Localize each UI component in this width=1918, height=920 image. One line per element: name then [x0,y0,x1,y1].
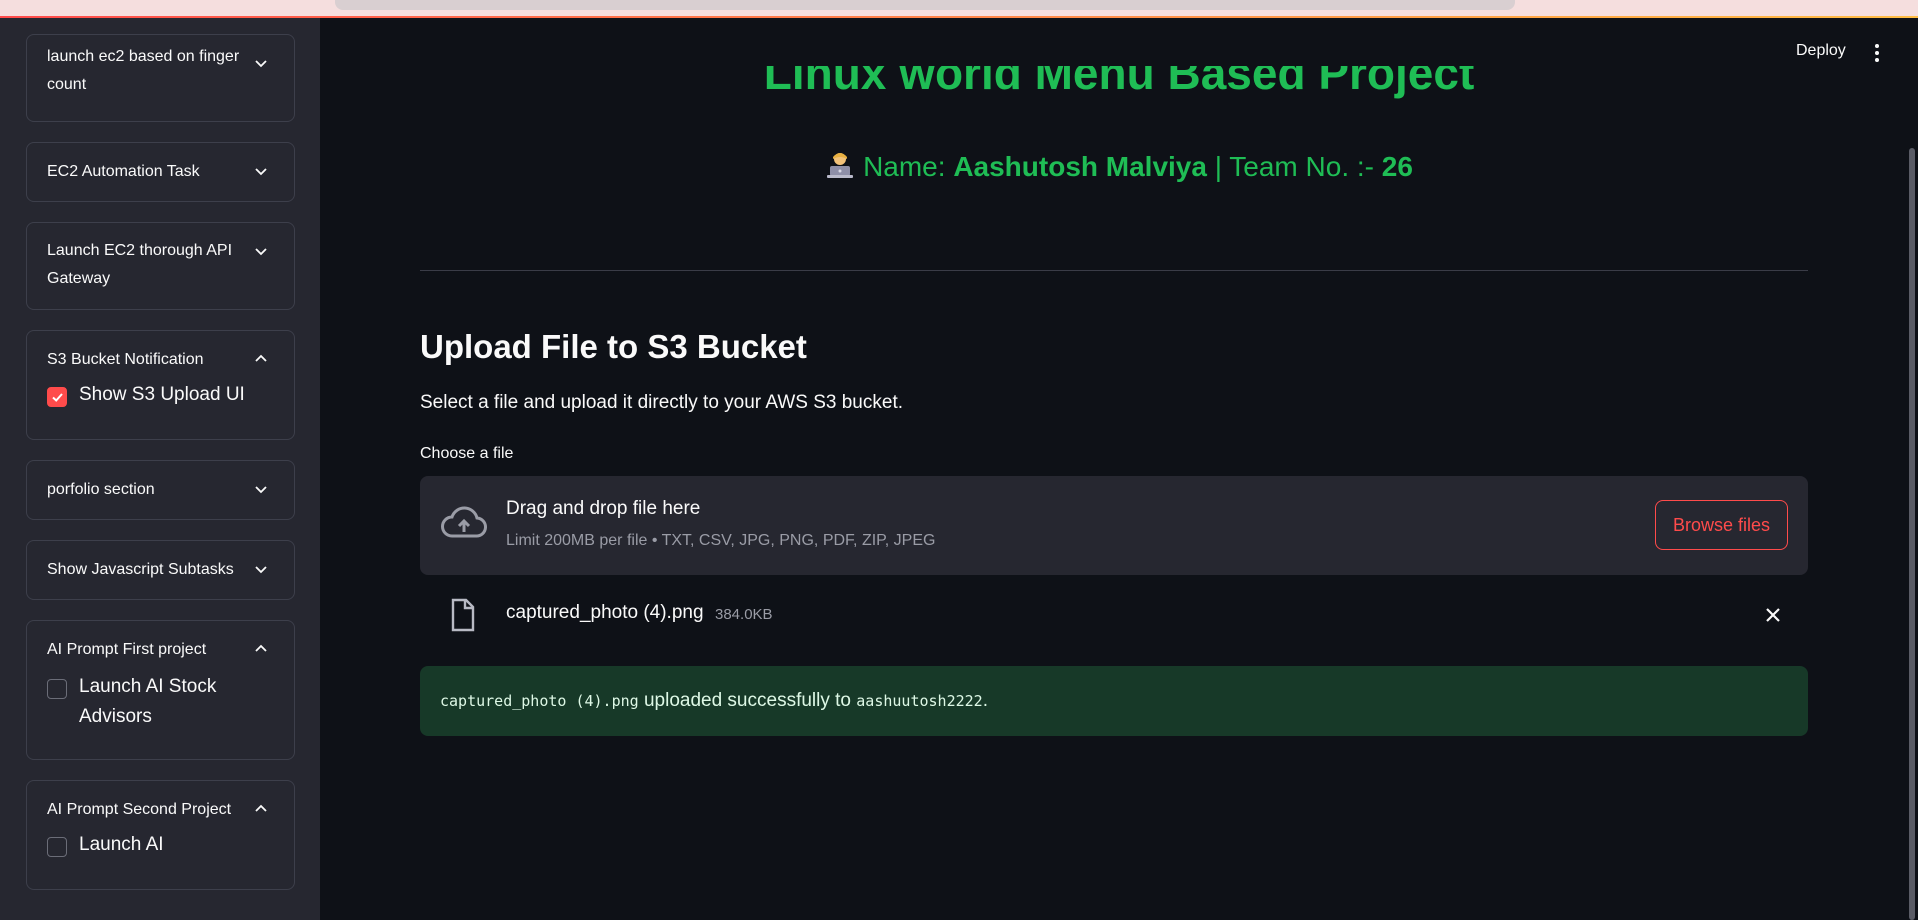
file-uploader-label: Choose a file [420,445,514,462]
sidebar: launch ec2 based on finger count EC2 Aut… [0,18,320,920]
file-size: 384.0KB [715,606,773,623]
page-title-container: Linux world Menu Based Project [320,66,1918,106]
chevron-down-icon[interactable] [254,482,268,496]
more-menu-icon[interactable] [1874,44,1880,62]
chevron-up-icon[interactable] [254,352,268,366]
checkbox-launch-ai-stock[interactable]: Launch AI Stock Advisors [27,672,227,732]
chevron-down-icon[interactable] [254,244,268,258]
expander-ai-prompt-second[interactable]: AI Prompt Second Project Launch AI [26,780,295,890]
checkbox-show-s3-upload[interactable]: Show S3 Upload UI [27,380,294,410]
subtitle-prefix: Name: [863,151,954,182]
success-alert: captured_photo (4).png uploaded successf… [420,666,1808,736]
divider [420,270,1808,271]
uploaded-file-row: captured_photo (4).png 384.0KB [420,598,1808,658]
close-icon[interactable] [1764,606,1782,624]
success-message: uploaded successfully to [638,690,857,711]
dropzone-limit: Limit 200MB per file • TXT, CSV, JPG, PN… [506,532,936,549]
checkbox-unchecked-icon[interactable] [47,679,67,699]
checkbox-checked-icon[interactable] [47,387,67,407]
checkbox-label: Launch AI [79,834,164,855]
main-content: Deploy Linux world Menu Based Project Na… [320,18,1918,920]
chevron-down-icon[interactable] [254,56,268,70]
browser-top-strip [0,0,1918,18]
section-description: Select a file and upload it directly to … [420,392,903,413]
expander-portfolio[interactable]: porfolio section [26,460,295,520]
checkbox-launch-ai[interactable]: Launch AI [27,830,294,860]
file-name: captured_photo (4).png [506,602,704,623]
checkbox-label: Launch AI Stock Advisors [79,676,217,727]
page-title: Linux world Menu Based Project [763,66,1475,99]
subtitle-middle: | Team No. :- [1206,151,1382,182]
subtitle: Name: Aashutosh Malviya | Team No. :- 26 [320,148,1918,183]
expander-finger-count[interactable]: launch ec2 based on finger count [26,34,295,122]
success-file-code: captured_photo (4).png [440,692,639,710]
subtitle-name: Aashutosh Malviya [953,151,1207,182]
chevron-down-icon[interactable] [254,164,268,178]
expander-label: Launch EC2 thorough API Gateway [47,242,233,287]
chevron-down-icon[interactable] [254,562,268,576]
dropzone-title: Drag and drop file here [506,498,701,519]
checkbox-label: Show S3 Upload UI [79,384,245,405]
chevron-up-icon[interactable] [254,642,268,656]
expander-javascript-subtasks[interactable]: Show Javascript Subtasks [26,540,295,600]
technologist-emoji-icon [825,151,855,179]
cloud-upload-icon [440,504,488,544]
file-icon [450,598,476,632]
success-suffix: . [982,690,988,711]
expander-ai-prompt-first[interactable]: AI Prompt First project Launch AI Stock … [26,620,295,760]
checkbox-unchecked-icon[interactable] [47,837,67,857]
expander-s3-notification[interactable]: S3 Bucket Notification Show S3 Upload UI [26,330,295,440]
expander-ec2-automation[interactable]: EC2 Automation Task [26,142,295,202]
section-title: Upload File to S3 Bucket [420,328,807,365]
chevron-up-icon[interactable] [254,802,268,816]
file-dropzone[interactable]: Drag and drop file here Limit 200MB per … [420,476,1808,575]
expander-api-gateway[interactable]: Launch EC2 thorough API Gateway [26,222,295,310]
scrollbar[interactable] [1909,148,1915,920]
subtitle-team: 26 [1381,151,1413,182]
deploy-button[interactable]: Deploy [1796,42,1846,60]
browse-files-button[interactable]: Browse files [1655,500,1788,550]
address-bar[interactable] [335,0,1515,10]
success-bucket-code: aashuutosh2222 [856,692,983,710]
